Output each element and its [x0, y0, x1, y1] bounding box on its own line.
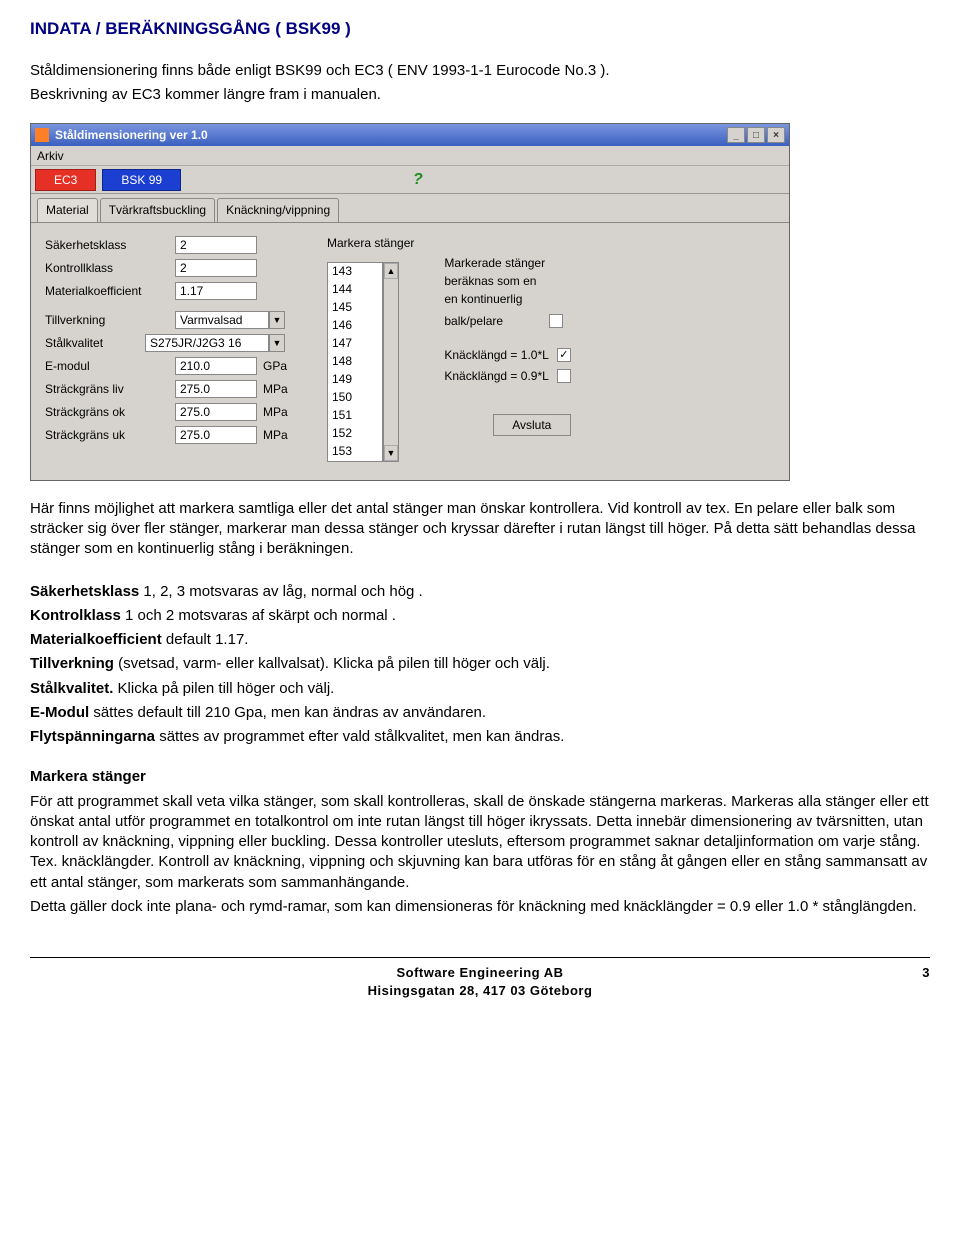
- markera-paragraph-2: Detta gäller dock inte plana- och rymd-r…: [30, 897, 930, 917]
- label-kontrollklass: Kontrollklass: [45, 260, 175, 276]
- scroll-up-icon[interactable]: ▲: [384, 263, 398, 279]
- body-text: Här finns möjlighet att markera samtliga…: [30, 499, 930, 917]
- unit-mpa: MPa: [263, 381, 297, 397]
- title-bar: Ståldimensionering ver 1.0 _ □ ×: [31, 124, 789, 146]
- intro-line-1: Ståldimensionering finns både enligt BSK…: [30, 61, 930, 81]
- bsk99-button[interactable]: BSK 99: [102, 169, 181, 191]
- footer-company: Software Engineering AB: [70, 964, 890, 982]
- input-emodul[interactable]: 210.0: [175, 357, 257, 375]
- checkbox-balk-pelare[interactable]: [549, 314, 563, 328]
- page-heading: INDATA / BERÄKNINGSGÅNG ( BSK99 ): [30, 18, 930, 41]
- checkbox-knacklangd-09[interactable]: [557, 369, 571, 383]
- list-item[interactable]: 145: [332, 299, 378, 317]
- list-item[interactable]: 147: [332, 335, 378, 353]
- def-stalkvalitet: Stålkvalitet.: [30, 680, 113, 697]
- ec3-button[interactable]: EC3: [35, 169, 96, 191]
- info-text: beräknas som en: [444, 273, 570, 289]
- markera-paragraph-1: För att programmet skall veta vilka stän…: [30, 792, 930, 893]
- select-tillverkning[interactable]: Varmvalsad: [175, 311, 269, 329]
- list-item[interactable]: 151: [332, 407, 378, 425]
- right-column: Markerade stänger beräknas som en en kon…: [444, 235, 570, 462]
- input-strack-liv[interactable]: 275.0: [175, 380, 257, 398]
- maximize-button[interactable]: □: [747, 127, 765, 143]
- input-strack-ok[interactable]: 275.0: [175, 403, 257, 421]
- def-kontrolklass: Kontrolklass: [30, 607, 121, 624]
- chevron-down-icon[interactable]: ▼: [269, 334, 285, 352]
- def-materialkoeff: Materialkoefficient: [30, 631, 162, 648]
- def-emodul: E-Modul: [30, 704, 89, 721]
- tab-knackning-vippning[interactable]: Knäckning/vippning: [217, 198, 339, 221]
- scroll-down-icon[interactable]: ▼: [384, 445, 398, 461]
- list-item[interactable]: 148: [332, 353, 378, 371]
- list-item[interactable]: 150: [332, 389, 378, 407]
- toolbar: EC3 BSK 99 ?: [31, 166, 789, 194]
- label-stalkvalitet: Stålkvalitet: [45, 335, 145, 351]
- page-footer: Software Engineering AB Hisingsgatan 28,…: [30, 957, 930, 999]
- material-panel: Säkerhetsklass 2 Kontrollklass 2 Materia…: [31, 222, 789, 480]
- label-knacklangd-09: Knäcklängd = 0.9*L: [444, 368, 548, 384]
- label-balk-pelare: balk/pelare: [444, 313, 503, 329]
- def-text: sättes av programmet efter vald stålkval…: [155, 728, 564, 745]
- label-materialkoeff: Materialkoefficient: [45, 283, 175, 299]
- checkbox-knacklangd-10[interactable]: ✓: [557, 348, 571, 362]
- list-item[interactable]: 144: [332, 281, 378, 299]
- def-text: default 1.17.: [162, 631, 249, 648]
- input-column: Säkerhetsklass 2 Kontrollklass 2 Materia…: [45, 235, 297, 462]
- def-text: (svetsad, varm- eller kallvalsat). Klick…: [114, 655, 550, 672]
- def-text: sättes default till 210 Gpa, men kan änd…: [89, 704, 486, 721]
- intro-line-2: Beskrivning av EC3 kommer längre fram i …: [30, 85, 930, 105]
- help-icon[interactable]: ?: [413, 169, 423, 191]
- def-flytspanningarna: Flytspänningarna: [30, 728, 155, 745]
- select-stalkvalitet[interactable]: S275JR/J2G3 16: [145, 334, 269, 352]
- app-icon: [35, 128, 49, 142]
- label-markera-stanger: Markera stänger: [327, 235, 414, 251]
- label-sakerhetsklass: Säkerhetsklass: [45, 237, 175, 253]
- list-item[interactable]: 152: [332, 425, 378, 443]
- def-text: Klicka på pilen till höger och välj.: [113, 680, 334, 697]
- page-number: 3: [890, 964, 930, 982]
- list-item[interactable]: 149: [332, 371, 378, 389]
- minimize-button[interactable]: _: [727, 127, 745, 143]
- info-text: Markerade stänger: [444, 255, 570, 271]
- label-emodul: E-modul: [45, 358, 175, 374]
- label-strack-ok: Sträckgräns ok: [45, 404, 175, 420]
- stanger-listbox[interactable]: 143 144 145 146 147 148 149 150 151 152 …: [327, 262, 383, 462]
- tab-material[interactable]: Material: [37, 198, 98, 221]
- markera-stanger-heading: Markera stänger: [30, 768, 146, 785]
- input-materialkoeff[interactable]: 1.17: [175, 282, 257, 300]
- def-tillverkning: Tillverkning: [30, 655, 114, 672]
- listbox-scrollbar[interactable]: ▲ ▼: [383, 262, 399, 462]
- def-sakerhetsklass: Säkerhetsklass: [30, 583, 139, 600]
- input-strack-uk[interactable]: 275.0: [175, 426, 257, 444]
- avsluta-button[interactable]: Avsluta: [493, 414, 571, 436]
- tab-strip: Material Tvärkraftsbuckling Knäckning/vi…: [31, 194, 789, 221]
- chevron-down-icon[interactable]: ▼: [269, 311, 285, 329]
- label-tillverkning: Tillverkning: [45, 312, 175, 328]
- close-button[interactable]: ×: [767, 127, 785, 143]
- menu-arkiv[interactable]: Arkiv: [37, 148, 64, 164]
- label-strack-liv: Sträckgräns liv: [45, 381, 175, 397]
- list-item[interactable]: 153: [332, 443, 378, 461]
- window-title: Ståldimensionering ver 1.0: [55, 127, 208, 143]
- menu-bar: Arkiv: [31, 146, 789, 166]
- app-window: Ståldimensionering ver 1.0 _ □ × Arkiv E…: [30, 123, 790, 480]
- label-knacklangd-10: Knäcklängd = 1.0*L: [444, 347, 548, 363]
- label-strack-uk: Sträckgräns uk: [45, 427, 175, 443]
- input-kontrollklass[interactable]: 2: [175, 259, 257, 277]
- tab-tvarkraftsbuckling[interactable]: Tvärkraftsbuckling: [100, 198, 215, 221]
- input-sakerhetsklass[interactable]: 2: [175, 236, 257, 254]
- explain-paragraph: Här finns möjlighet att markera samtliga…: [30, 499, 930, 560]
- def-text: 1 och 2 motsvaras af skärpt och normal .: [121, 607, 396, 624]
- footer-address: Hisingsgatan 28, 417 03 Göteborg: [70, 982, 890, 1000]
- unit-mpa: MPa: [263, 427, 297, 443]
- unit-gpa: GPa: [263, 358, 297, 374]
- unit-mpa: MPa: [263, 404, 297, 420]
- stanger-column: Markera stänger 143 144 145 146 147 148 …: [327, 235, 414, 462]
- def-text: 1, 2, 3 motsvaras av låg, normal och hög…: [139, 583, 422, 600]
- info-text: en kontinuerlig: [444, 291, 570, 307]
- intro-text: Ståldimensionering finns både enligt BSK…: [30, 61, 930, 106]
- list-item[interactable]: 143: [332, 263, 378, 281]
- list-item[interactable]: 146: [332, 317, 378, 335]
